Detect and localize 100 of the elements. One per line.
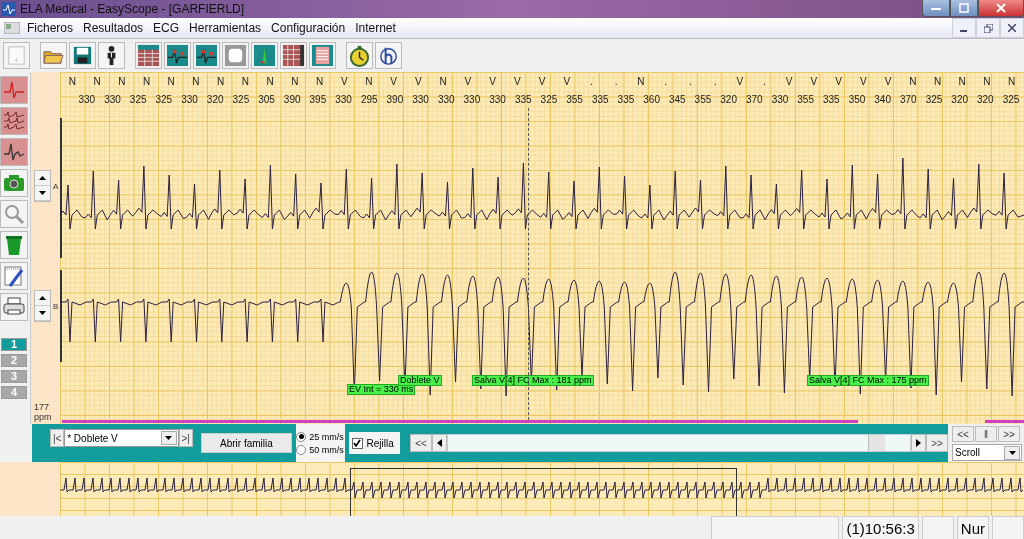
grid-icon[interactable] bbox=[280, 42, 307, 69]
event-annotation: EV Int = 330 ms bbox=[347, 384, 416, 395]
beat-label: N bbox=[191, 75, 201, 87]
multi-trace-icon[interactable] bbox=[0, 107, 28, 135]
rr-interval: 360 bbox=[642, 93, 661, 105]
playback-button[interactable]: >> bbox=[998, 426, 1020, 442]
rr-interval: 330 bbox=[436, 93, 456, 105]
beat-label: V bbox=[562, 75, 572, 87]
speed-label: 50 mm/s bbox=[309, 444, 344, 455]
beat-label: N bbox=[364, 75, 374, 87]
close-button[interactable] bbox=[978, 0, 1024, 17]
menu-item[interactable]: Resultados bbox=[78, 21, 149, 35]
beat-label: N bbox=[67, 75, 77, 87]
trash-icon[interactable] bbox=[0, 231, 28, 259]
playback-button[interactable]: ‖ bbox=[975, 426, 997, 442]
view-window[interactable] bbox=[350, 468, 737, 516]
close-icon bbox=[1008, 24, 1016, 32]
status-indicator: Nur bbox=[956, 516, 989, 539]
beat-label: N bbox=[141, 75, 152, 87]
minimize-button[interactable] bbox=[922, 0, 950, 17]
rr-interval: 335 bbox=[616, 93, 636, 105]
rr-interval: 330 bbox=[770, 93, 790, 105]
rr-interval: 350 bbox=[847, 93, 867, 105]
menu-item[interactable]: Configuración bbox=[266, 21, 351, 35]
h-logo-icon[interactable] bbox=[375, 42, 402, 69]
rr-interval: 355 bbox=[796, 93, 815, 105]
rr-interval: 395 bbox=[308, 93, 328, 105]
scroll-back-button[interactable]: << bbox=[410, 434, 432, 452]
beat-label: N bbox=[166, 75, 176, 87]
beat-label: V bbox=[735, 75, 745, 87]
rr-interval: 335 bbox=[821, 93, 841, 105]
beat-label: . bbox=[687, 75, 693, 87]
overview-strip[interactable] bbox=[60, 462, 1024, 516]
rr-interval: 330 bbox=[77, 93, 97, 105]
menu-item[interactable]: ECG bbox=[148, 21, 185, 35]
rr-interval: 355 bbox=[693, 93, 713, 105]
restore-button[interactable] bbox=[976, 18, 1000, 38]
beat-label: V bbox=[809, 75, 819, 87]
dropdown-arrow-icon bbox=[165, 436, 172, 440]
maximize-button[interactable] bbox=[950, 0, 978, 17]
beat-label: V bbox=[784, 75, 794, 87]
up-arrow-icon bbox=[39, 296, 46, 300]
rr-interval: 330 bbox=[103, 93, 122, 105]
left-arrow-icon bbox=[437, 439, 442, 447]
ecg-icon[interactable] bbox=[193, 42, 220, 69]
speed-radio[interactable] bbox=[296, 431, 307, 442]
right-arrow-icon bbox=[916, 439, 921, 447]
rr-interval: 320 bbox=[950, 93, 969, 105]
folder-icon[interactable] bbox=[40, 42, 67, 69]
beat-label: N bbox=[314, 75, 325, 87]
save-icon[interactable] bbox=[69, 42, 96, 69]
event-annotation: Salva V[4] FC Max : 175 ppm bbox=[807, 375, 929, 386]
list-icon[interactable] bbox=[309, 42, 336, 69]
beat-label: V bbox=[488, 75, 497, 87]
speed-radio[interactable] bbox=[296, 444, 307, 455]
close-icon bbox=[996, 3, 1006, 13]
person-icon[interactable] bbox=[98, 42, 125, 69]
scroll-left-button[interactable] bbox=[432, 434, 447, 452]
grid-checkbox[interactable] bbox=[351, 437, 363, 449]
menu-item[interactable]: Ficheros bbox=[22, 21, 78, 35]
playback-button[interactable]: << bbox=[952, 426, 974, 442]
restore-icon bbox=[983, 23, 993, 33]
stopwatch-icon[interactable] bbox=[346, 42, 373, 69]
beat-label: N bbox=[932, 75, 943, 87]
rr-interval: 335 bbox=[590, 93, 610, 105]
beat-label: V bbox=[834, 75, 843, 87]
up-arrow-icon bbox=[39, 176, 46, 180]
beat-label: V bbox=[463, 75, 473, 87]
beat-label: N bbox=[290, 75, 300, 87]
histogram-icon[interactable] bbox=[251, 42, 278, 69]
rr-interval: 320 bbox=[205, 93, 225, 105]
beat-label: . bbox=[762, 75, 767, 87]
scroll-right-button[interactable] bbox=[911, 434, 926, 452]
menu-item[interactable]: Herramientas bbox=[184, 21, 267, 35]
rr-interval: 320 bbox=[719, 93, 738, 105]
printer-icon[interactable] bbox=[0, 293, 28, 321]
notepad-pen-icon[interactable] bbox=[0, 262, 28, 290]
beat-label: N bbox=[117, 75, 127, 87]
event-annotation: Doblete V bbox=[398, 375, 442, 386]
event-dropdown[interactable]: * Doblete V bbox=[64, 429, 179, 447]
beat-label: N bbox=[240, 75, 250, 87]
mode-dropdown[interactable]: Scroll bbox=[952, 444, 1022, 461]
first-button[interactable]: |< bbox=[50, 429, 65, 447]
scrollbar-thumb[interactable] bbox=[868, 435, 885, 451]
ecg-icon[interactable] bbox=[164, 42, 191, 69]
beat-label: V bbox=[389, 75, 399, 87]
menu-item[interactable]: Internet bbox=[350, 21, 401, 35]
beat-label: N bbox=[1007, 75, 1017, 87]
open-family-button[interactable]: Abrir familia bbox=[200, 433, 293, 453]
rr-interval: 325 bbox=[231, 93, 251, 105]
camera-icon[interactable] bbox=[0, 169, 28, 197]
rr-interval: 355 bbox=[565, 93, 584, 105]
ecg-icon[interactable] bbox=[0, 138, 28, 166]
rr-interval: 335 bbox=[513, 93, 533, 105]
table-icon[interactable] bbox=[135, 42, 162, 69]
scroll-forward-button[interactable]: >> bbox=[926, 434, 948, 452]
beat-label: V bbox=[414, 75, 423, 87]
beat-label: V bbox=[512, 75, 522, 87]
beat-label: V bbox=[537, 75, 547, 87]
app-icon bbox=[2, 2, 16, 16]
